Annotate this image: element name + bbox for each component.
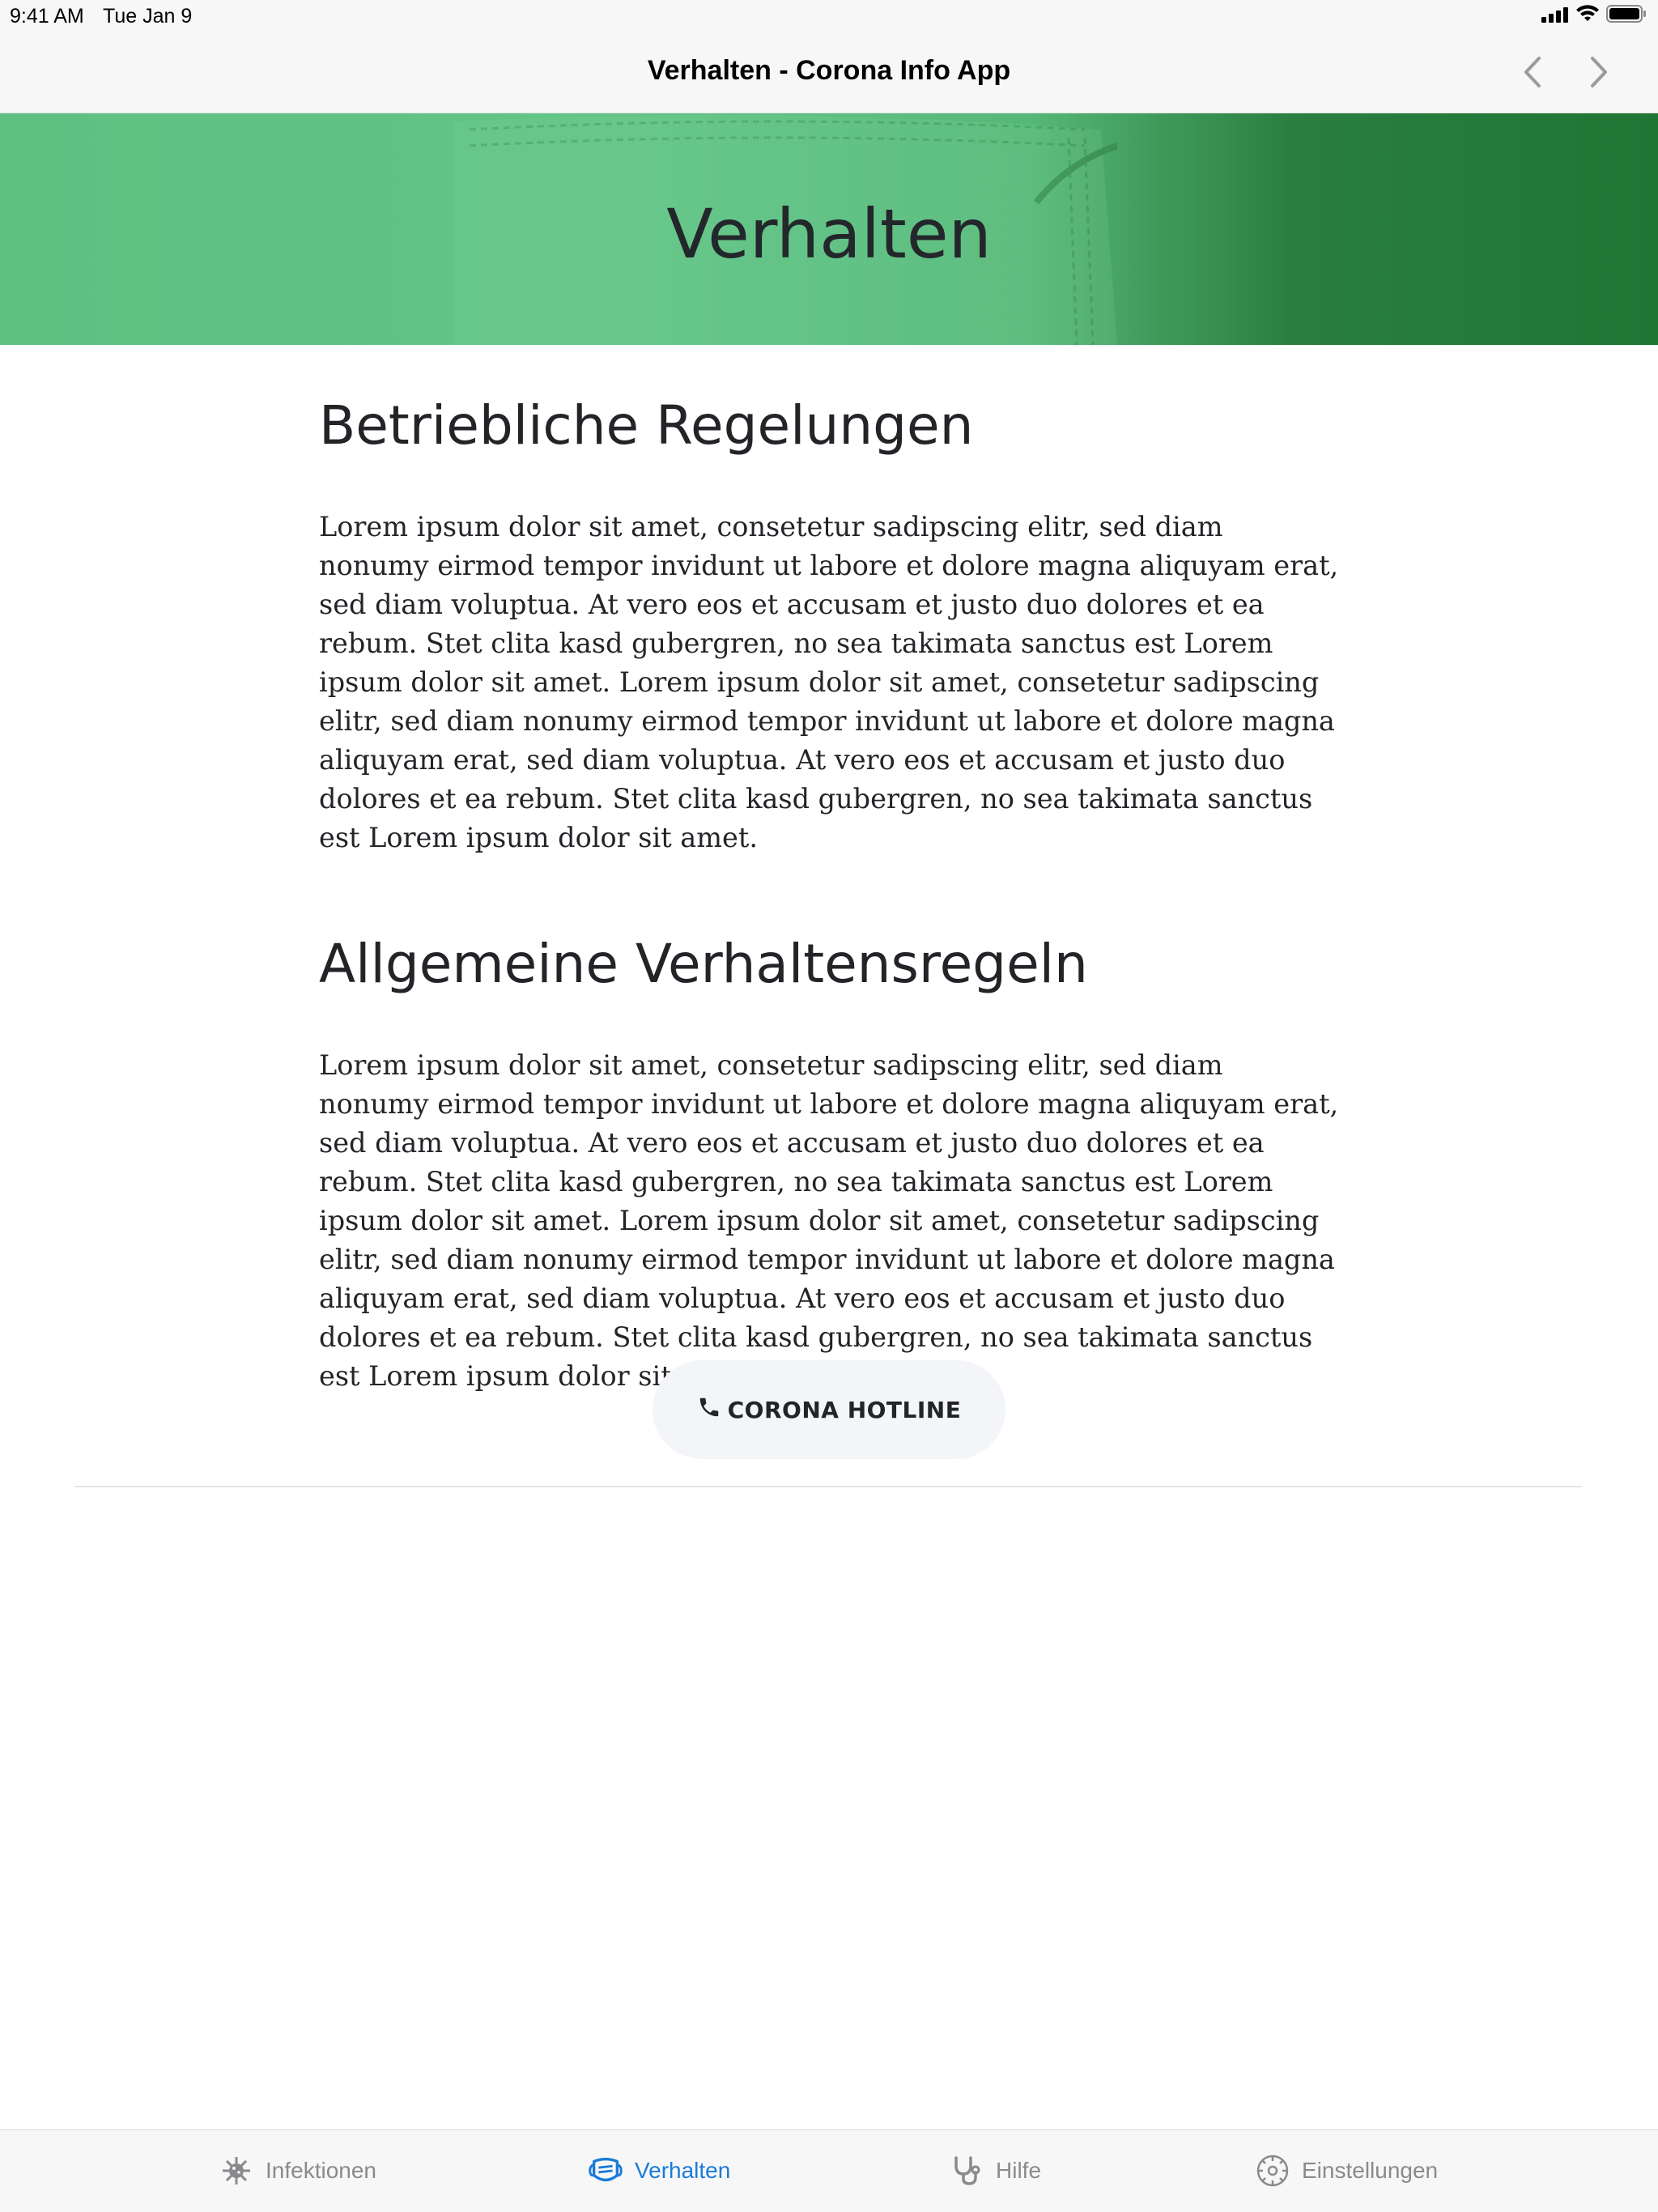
chevron-left-icon[interactable] [1512,52,1553,92]
status-date: Tue Jan 9 [103,5,193,28]
tab-einstellungen[interactable]: Einstellungen [1255,2130,1438,2211]
status-time: 9:41 AM [10,5,84,28]
tab-infektionen[interactable]: Infektionen [219,2130,376,2211]
phone-icon [697,1395,721,1425]
stethoscope-icon [949,2153,984,2189]
tab-bar: Infektionen Verhalten Hilfe Einstellunge… [0,2129,1658,2212]
navigation-bar: Verhalten - Corona Info App [0,32,1658,113]
section-heading-allgemeine-verhaltensregeln: Allgemeine Verhaltensregeln [319,933,1088,996]
hotline-wrapper: CORONA HOTLINE [0,1360,1658,1459]
tab-label-infektionen: Infektionen [266,2158,376,2183]
content-divider [74,1486,1582,1487]
tab-label-einstellungen: Einstellungen [1302,2158,1439,2183]
status-bar: 9:41 AM Tue Jan 9 [0,0,1658,32]
section-heading-betriebliche-regelungen: Betriebliche Regelungen [319,394,974,457]
corona-hotline-button[interactable]: CORONA HOTLINE [653,1360,1005,1459]
hero-title: Verhalten [666,194,992,274]
wifi-icon [1575,4,1600,28]
section-text-allgemeine-verhaltensregeln: Lorem ipsum dolor sit amet, consetetur s… [319,1049,1339,1393]
section-text-betriebliche-regelungen: Lorem ipsum dolor sit amet, consetetur s… [319,511,1339,854]
gear-icon [1255,2153,1290,2189]
hero-banner: Verhalten [0,113,1658,345]
cellular-signal-icon [1541,5,1569,28]
nav-title: Verhalten - Corona Info App [647,55,1011,86]
tab-label-hilfe: Hilfe [996,2158,1042,2183]
status-icons [1541,4,1647,28]
face-mask-icon [588,2153,623,2189]
main-content: Betriebliche Regelungen Lorem ipsum dolo… [319,345,1339,1396]
tab-verhalten[interactable]: Verhalten [588,2130,730,2211]
hotline-label: CORONA HOTLINE [727,1396,962,1423]
battery-icon [1606,4,1647,28]
chevron-right-icon[interactable] [1579,52,1619,92]
tab-label-verhalten: Verhalten [635,2158,731,2183]
tab-hilfe[interactable]: Hilfe [949,2130,1041,2211]
virus-icon [219,2153,254,2189]
